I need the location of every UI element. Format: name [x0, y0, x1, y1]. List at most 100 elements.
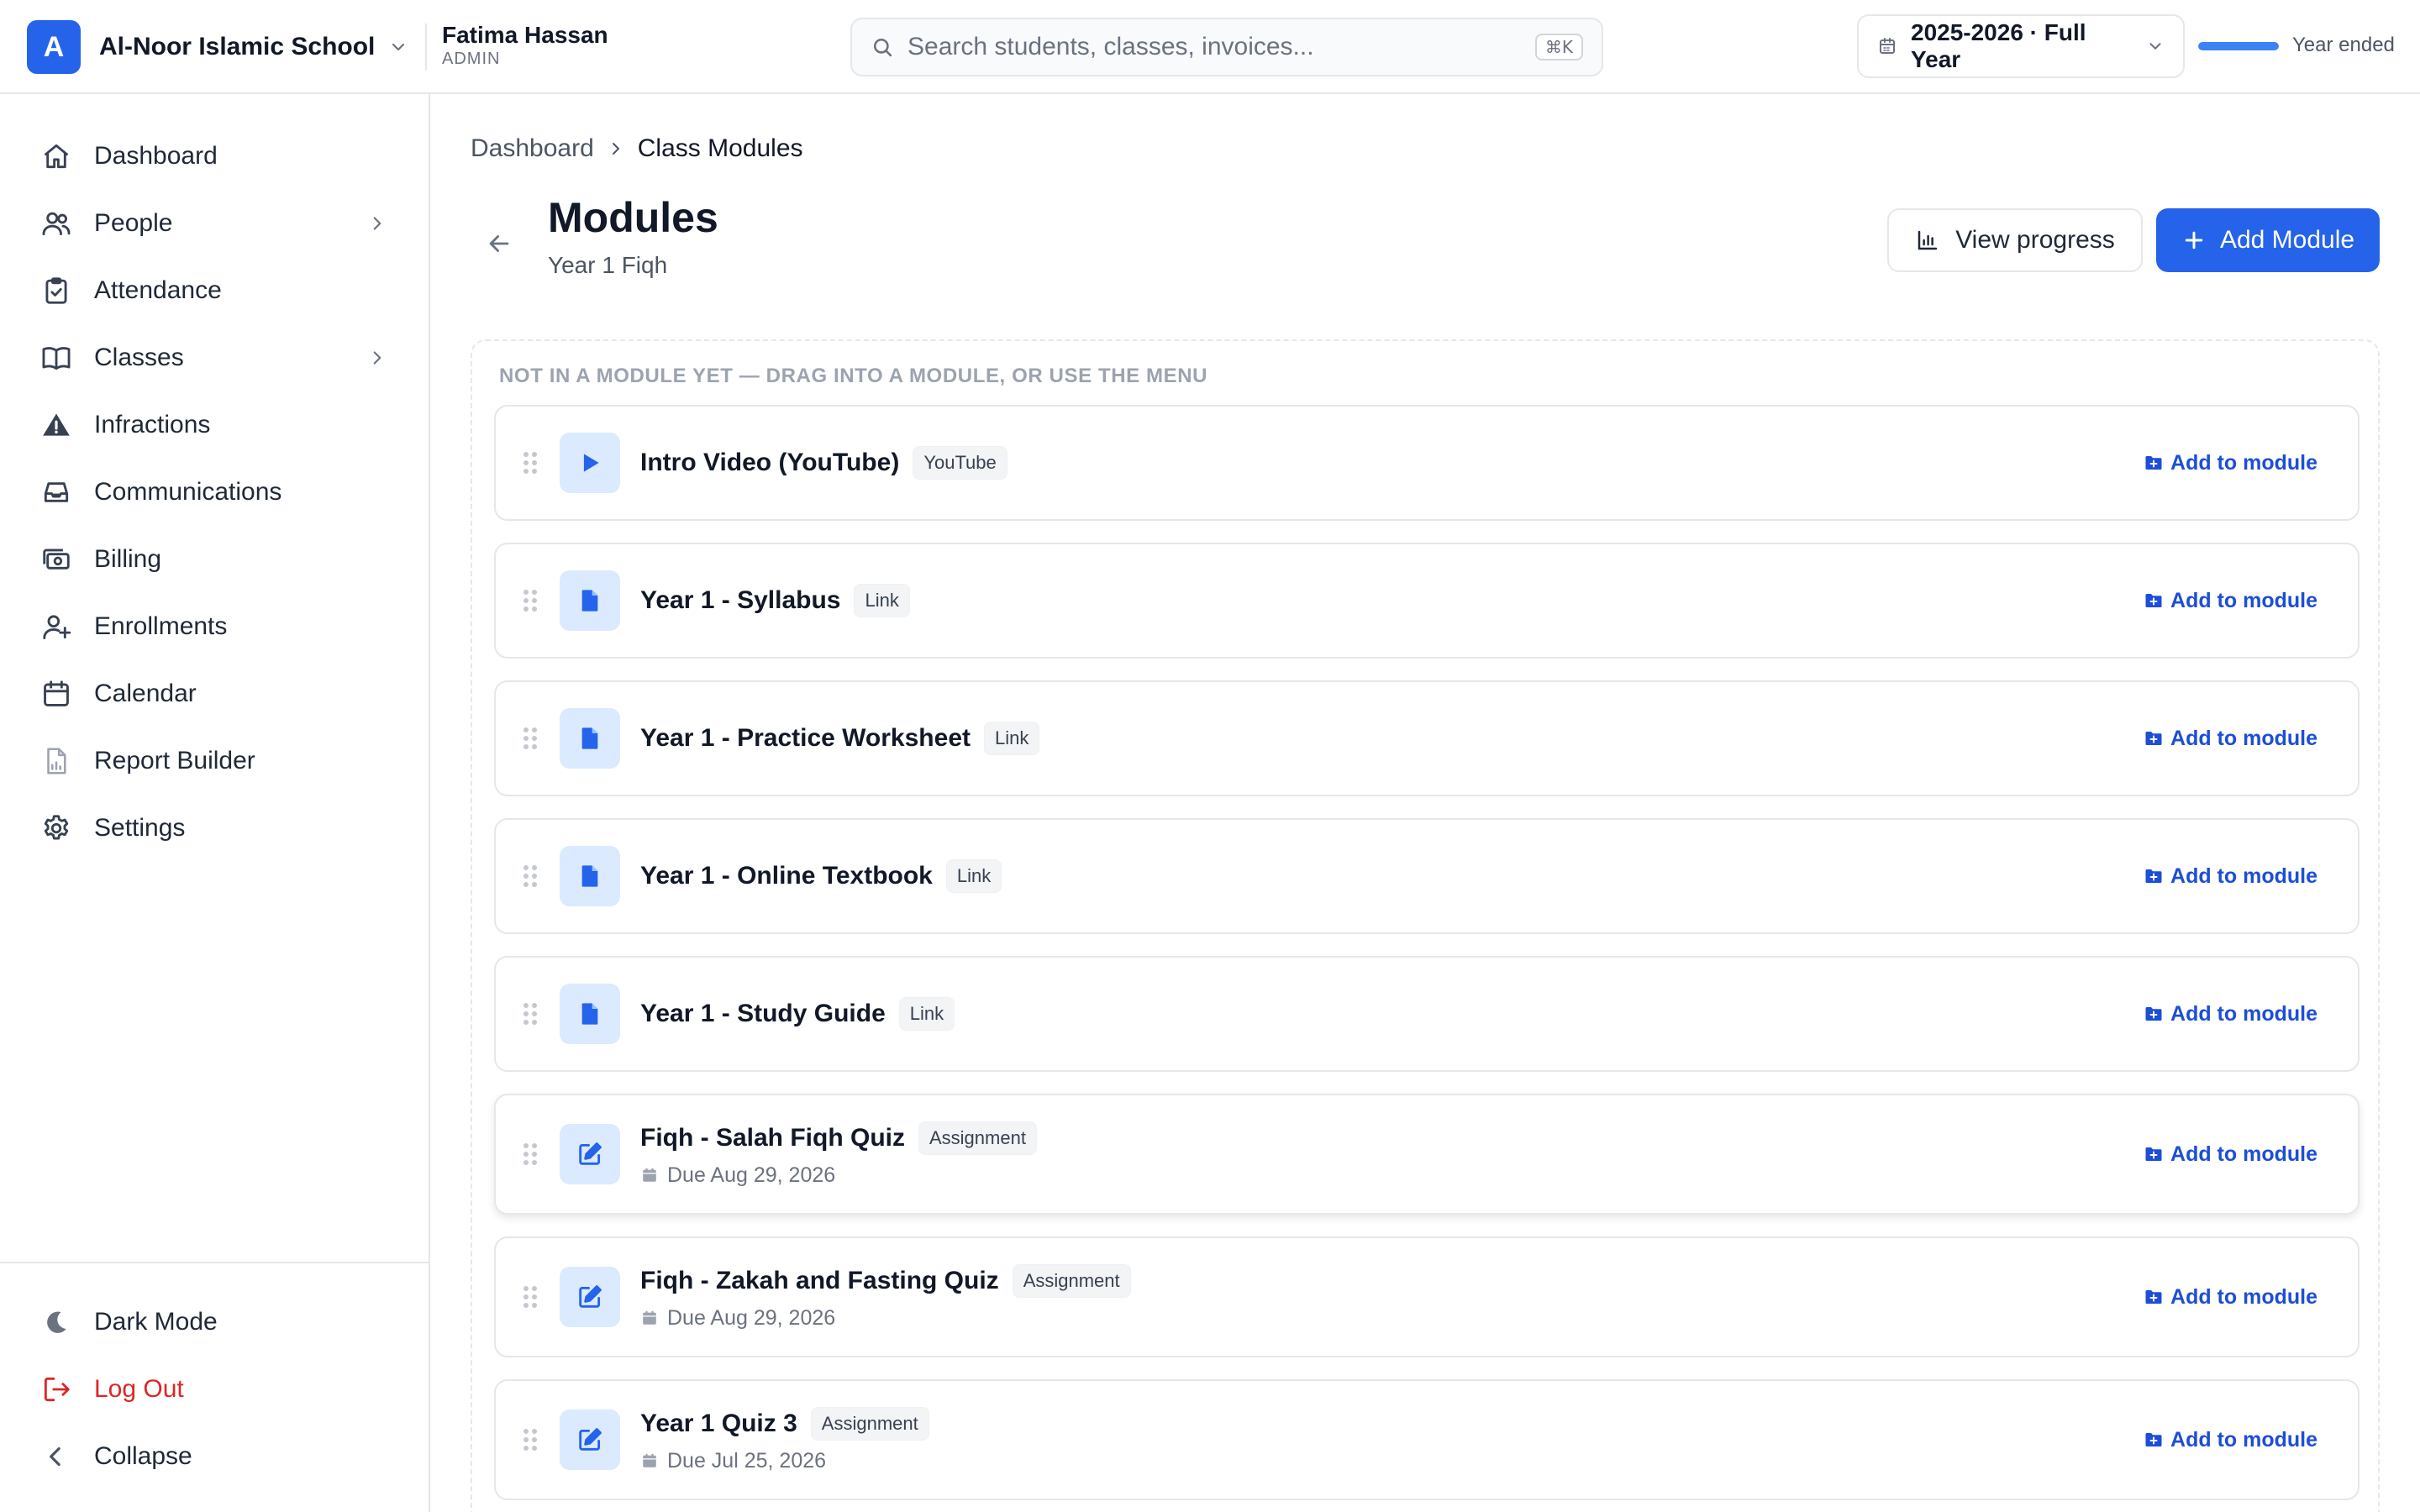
calendar-icon	[40, 678, 72, 710]
drag-handle-icon[interactable]	[521, 1284, 539, 1310]
sidebar-item-label: Dashboard	[94, 142, 218, 170]
add-to-module-button[interactable]: Add to module	[2144, 1285, 2317, 1310]
sidebar-item-label: Billing	[94, 545, 162, 573]
add-to-module-label: Add to module	[2170, 726, 2317, 750]
logout-icon	[40, 1373, 72, 1405]
view-progress-button[interactable]: View progress	[1887, 208, 2143, 272]
item-title: Year 1 Quiz 3	[640, 1409, 797, 1437]
add-to-module-button[interactable]: Add to module	[2144, 864, 2317, 889]
sidebar: Dashboard People Attendance Classes Infr…	[0, 94, 430, 1512]
plus-icon	[2181, 228, 2207, 253]
add-to-module-button[interactable]: Add to module	[2144, 1142, 2317, 1167]
item-body: Year 1 - Practice Worksheet Link	[640, 722, 1040, 755]
drag-handle-icon[interactable]	[521, 864, 539, 889]
school-switcher[interactable]: Al-Noor Islamic School	[99, 25, 408, 69]
item-body: Fiqh - Salah Fiqh Quiz Assignment Due Au…	[640, 1121, 1037, 1188]
item-type-tag: Assignment	[918, 1121, 1037, 1155]
search-box[interactable]: ⌘K	[850, 18, 1603, 76]
document-icon	[560, 708, 620, 769]
report-icon	[40, 745, 72, 777]
breadcrumb-current: Class Modules	[637, 134, 803, 162]
module-item[interactable]: Fiqh - Salah Fiqh Quiz Assignment Due Au…	[494, 1094, 2360, 1215]
sidebar-item-billing[interactable]: Billing	[25, 526, 403, 593]
add-module-label: Add Module	[2219, 226, 2355, 254]
item-type-tag: Link	[945, 859, 1002, 893]
home-icon	[40, 140, 72, 172]
chevron-right-icon	[606, 139, 626, 159]
breadcrumb-dashboard[interactable]: Dashboard	[471, 134, 594, 163]
sidebar-item-dashboard[interactable]: Dashboard	[25, 123, 403, 190]
add-to-module-button[interactable]: Add to module	[2144, 727, 2317, 751]
item-type-tag: Link	[984, 722, 1040, 755]
sidebar-item-infractions[interactable]: Infractions	[25, 391, 403, 459]
edit-icon	[560, 1410, 620, 1470]
users-icon	[40, 207, 72, 239]
module-item[interactable]: Intro Video (YouTube) YouTube Add to mod…	[494, 405, 2360, 521]
logout-label: Log Out	[94, 1375, 184, 1403]
add-to-module-button[interactable]: Add to module	[2144, 1002, 2317, 1026]
item-title-row: Fiqh - Zakah and Fasting Quiz Assignment	[640, 1263, 1131, 1298]
unassigned-items-dropzone[interactable]: NOT IN A MODULE YET — DRAG INTO A MODULE…	[471, 339, 2380, 1512]
add-to-module-button[interactable]: Add to module	[2144, 589, 2317, 613]
logout-button[interactable]: Log Out	[25, 1356, 403, 1423]
sidebar-item-report-builder[interactable]: Report Builder	[25, 727, 403, 795]
back-button[interactable]	[477, 222, 521, 265]
drag-handle-icon[interactable]	[521, 1142, 539, 1167]
dark-mode-toggle[interactable]: Dark Mode	[25, 1289, 403, 1356]
add-module-button[interactable]: Add Module	[2156, 208, 2380, 272]
sidebar-item-settings[interactable]: Settings	[25, 795, 403, 862]
item-title: Intro Video (YouTube)	[640, 449, 900, 476]
search-input[interactable]	[908, 33, 1522, 61]
drag-handle-icon[interactable]	[521, 1427, 539, 1452]
module-item[interactable]: Year 1 - Online Textbook Link Add to mod…	[494, 818, 2360, 934]
sidebar-item-enrollments[interactable]: Enrollments	[25, 593, 403, 660]
item-title-row: Year 1 - Online Textbook Link	[640, 859, 1002, 893]
sidebar-item-label: People	[94, 209, 173, 237]
add-to-module-label: Add to module	[2170, 588, 2317, 612]
user-block[interactable]: Fatima Hassan ADMIN	[442, 22, 608, 69]
sidebar-item-attendance[interactable]: Attendance	[25, 257, 403, 324]
top-bar: A Al-Noor Islamic School Fatima Hassan A…	[0, 0, 2420, 94]
item-title-row: Fiqh - Salah Fiqh Quiz Assignment	[640, 1121, 1037, 1155]
sidebar-item-classes[interactable]: Classes	[25, 324, 403, 391]
school-logo[interactable]: A	[27, 20, 81, 74]
collapse-sidebar-button[interactable]: Collapse	[25, 1423, 403, 1490]
calendar-icon	[1877, 36, 1897, 56]
moon-icon	[40, 1306, 72, 1338]
add-to-module-button[interactable]: Add to module	[2144, 451, 2317, 475]
folder-plus-icon	[2144, 1430, 2164, 1450]
module-item[interactable]: Year 1 Quiz 3 Assignment Due Jul 25, 202…	[494, 1379, 2360, 1500]
module-item[interactable]: Year 1 - Syllabus Link Add to module	[494, 543, 2360, 659]
item-title-row: Year 1 - Syllabus Link	[640, 584, 910, 617]
academic-year-select[interactable]: 2025-2026 · Full Year	[1857, 14, 2185, 78]
item-title-row: Year 1 Quiz 3 Assignment	[640, 1406, 929, 1441]
drag-handle-icon[interactable]	[521, 1001, 539, 1026]
add-to-module-label: Add to module	[2170, 1284, 2317, 1309]
sidebar-item-label: Attendance	[94, 276, 222, 304]
sidebar-item-people[interactable]: People	[25, 190, 403, 257]
drag-handle-icon[interactable]	[521, 450, 539, 475]
page-title: Modules	[548, 194, 718, 241]
sidebar-item-communications[interactable]: Communications	[25, 459, 403, 526]
calendar-icon	[640, 1452, 659, 1470]
item-body: Intro Video (YouTube) YouTube	[640, 446, 1007, 480]
search-shortcut: ⌘K	[1534, 34, 1583, 60]
sidebar-item-label: Enrollments	[94, 612, 228, 640]
add-to-module-button[interactable]: Add to module	[2144, 1428, 2317, 1452]
drag-handle-icon[interactable]	[521, 726, 539, 751]
main-content: Dashboard Class Modules Modules Year 1 F…	[430, 94, 2420, 1512]
module-item[interactable]: Year 1 - Study Guide Link Add to module	[494, 956, 2360, 1072]
module-item[interactable]: Fiqh - Zakah and Fasting Quiz Assignment…	[494, 1236, 2360, 1357]
user-role: ADMIN	[442, 50, 501, 68]
calendar-icon	[640, 1166, 659, 1184]
clipboard-check-icon	[40, 275, 72, 307]
chevron-down-icon	[2146, 37, 2165, 55]
drag-handle-icon[interactable]	[521, 588, 539, 613]
due-date-text: Due Aug 29, 2026	[667, 1163, 836, 1187]
folder-plus-icon	[2144, 728, 2164, 748]
unassigned-items-list: Intro Video (YouTube) YouTube Add to mod…	[494, 405, 2360, 1512]
book-icon	[40, 342, 72, 374]
item-body: Year 1 - Syllabus Link	[640, 584, 910, 617]
module-item[interactable]: Year 1 - Practice Worksheet Link Add to …	[494, 680, 2360, 796]
sidebar-item-calendar[interactable]: Calendar	[25, 660, 403, 727]
